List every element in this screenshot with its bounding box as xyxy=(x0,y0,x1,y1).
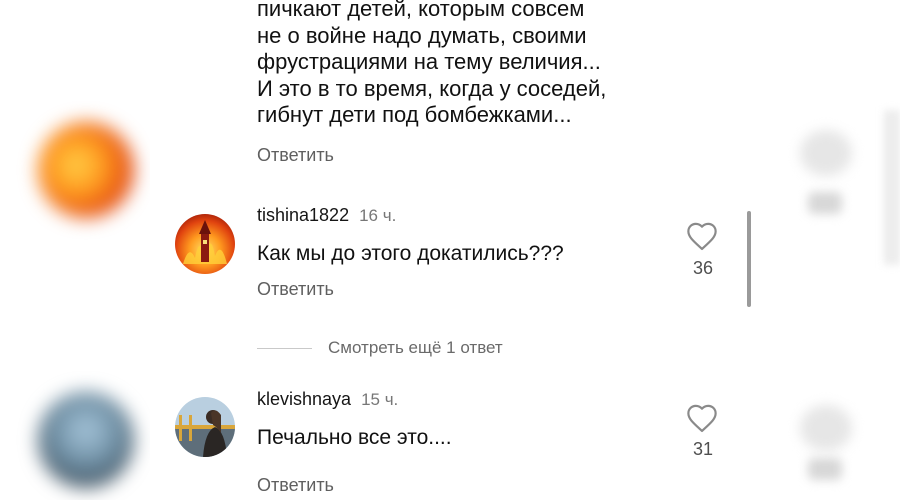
heart-outline-icon xyxy=(687,222,717,251)
comment-text: Печально все это.... xyxy=(257,426,452,449)
avatar-image xyxy=(175,214,235,274)
reply-button[interactable]: Ответить xyxy=(257,475,334,496)
view-more-replies-label: Смотреть ещё 1 ответ xyxy=(328,338,503,357)
avatar-image xyxy=(175,397,235,457)
timestamp: 15 ч. xyxy=(361,390,399,409)
comment-text-line: гибнут дети под бомбежками... xyxy=(257,102,572,127)
heart-outline-icon xyxy=(687,404,717,433)
comment-text-line: не о войне надо думать, своими xyxy=(257,22,587,48)
comment-text: пичкают детей, которым совсем не о войне… xyxy=(257,0,697,129)
blurred-avatar xyxy=(38,122,134,218)
comment-text-line: пичкают детей, которым совсем xyxy=(257,0,585,21)
username[interactable]: klevishnaya xyxy=(257,389,351,409)
comment-header: klevishnaya 15 ч. xyxy=(257,389,398,410)
blurred-avatar xyxy=(38,392,134,488)
like-button[interactable] xyxy=(685,403,719,433)
comment-text-line: И это в то время, когда у соседей, xyxy=(257,75,607,101)
like-count: 36 xyxy=(692,258,714,278)
blurred-heart-icon xyxy=(800,130,852,176)
reply-button[interactable]: Ответить xyxy=(257,145,334,166)
like-button[interactable] xyxy=(685,221,719,251)
blurred-like-count xyxy=(808,192,842,214)
timestamp: 16 ч. xyxy=(359,206,397,225)
comment-text: Как мы до этого докатились??? xyxy=(257,242,564,265)
blurred-heart-icon xyxy=(800,405,852,451)
comments-panel: пичкают детей, которым совсем не о войне… xyxy=(150,0,775,500)
reply-button[interactable]: Ответить xyxy=(257,279,334,300)
avatar[interactable] xyxy=(175,214,235,274)
avatar[interactable] xyxy=(175,397,235,457)
username[interactable]: tishina1822 xyxy=(257,205,349,225)
blurred-like-count xyxy=(808,458,842,480)
scrollbar-thumb[interactable] xyxy=(747,211,751,307)
blurred-edge xyxy=(884,110,900,265)
divider xyxy=(257,347,312,349)
like-count: 31 xyxy=(692,439,714,459)
view-more-replies[interactable]: Смотреть ещё 1 ответ xyxy=(257,336,503,360)
comment-text-line: фрустрациями на тему величия... xyxy=(257,49,601,74)
comment-header: tishina1822 16 ч. xyxy=(257,205,396,226)
